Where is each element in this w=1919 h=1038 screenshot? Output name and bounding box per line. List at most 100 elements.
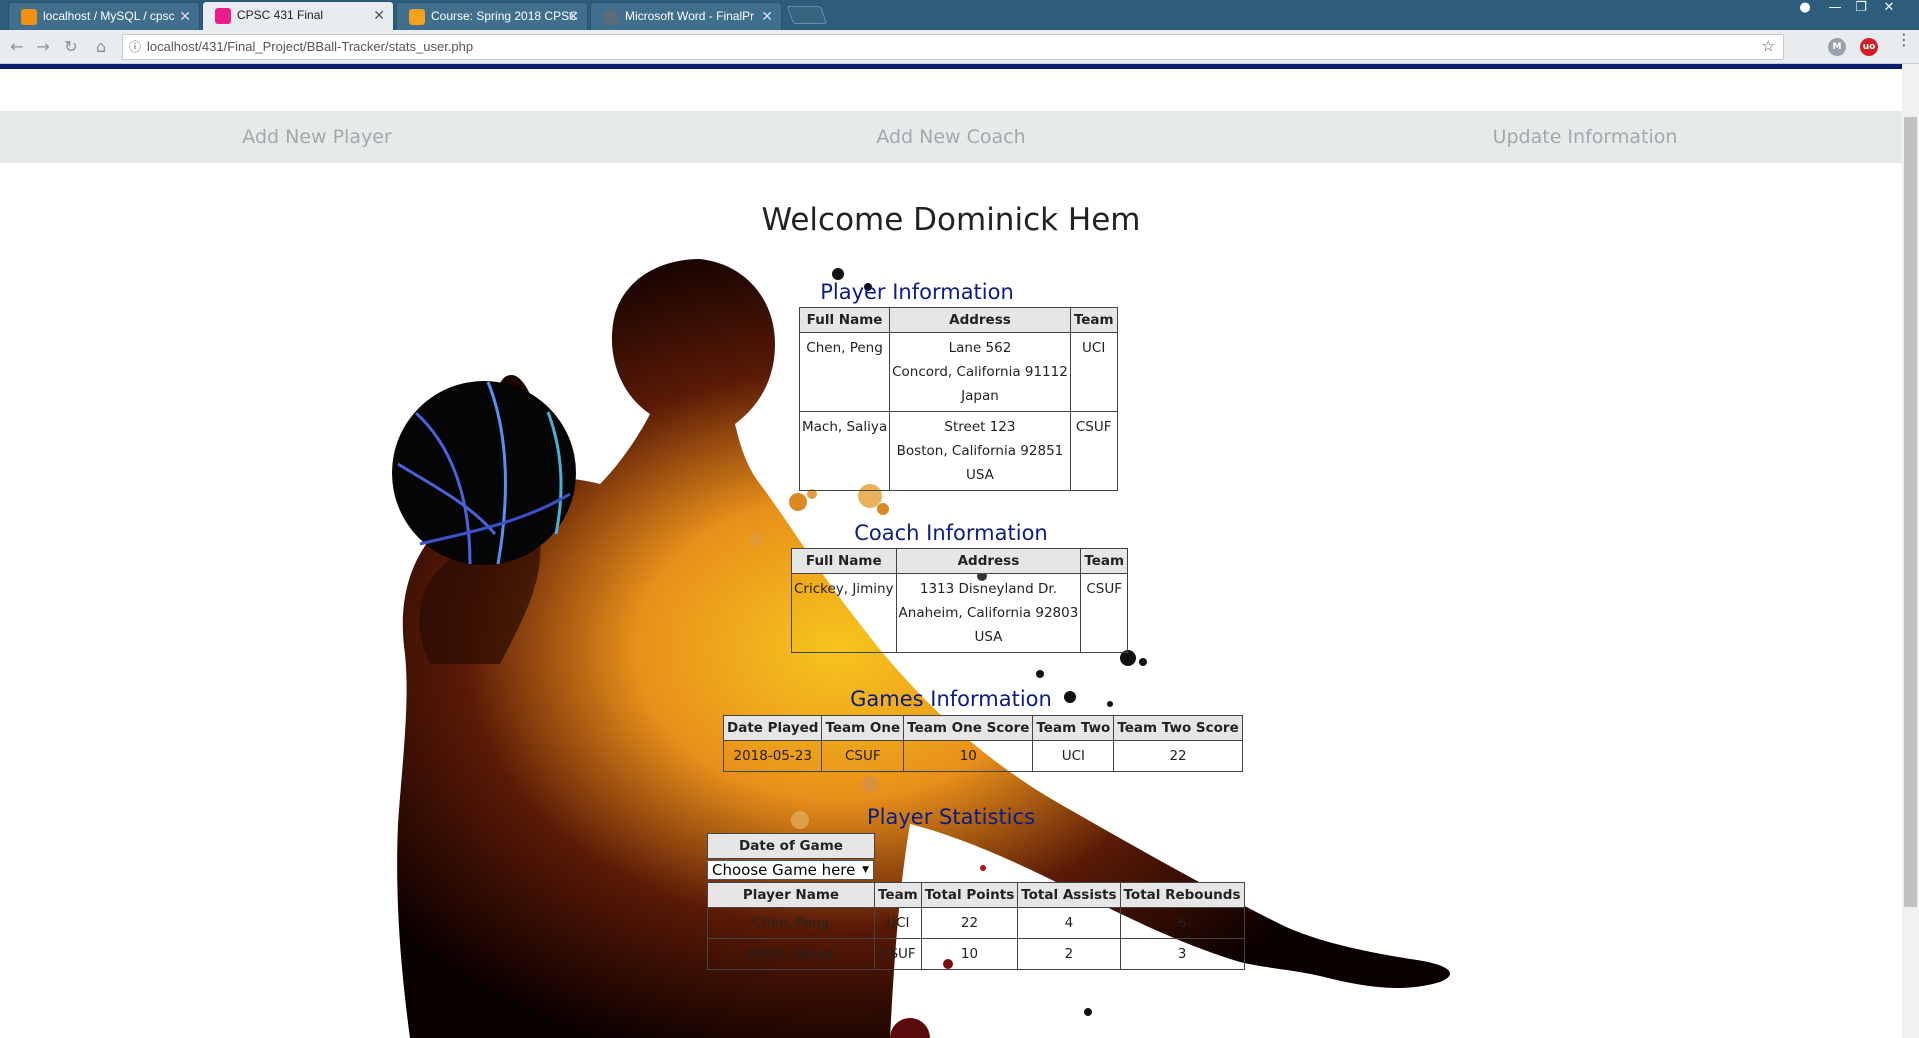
scrollbar-thumb[interactable]: [1904, 117, 1917, 907]
tab-title: Microsoft Word - FinalPr: [625, 9, 755, 23]
column-header: Total Rebounds: [1119, 882, 1245, 908]
browser-menu-icon[interactable]: ⋮: [1896, 32, 1912, 48]
address-city: Anaheim, California 92803: [898, 605, 1079, 621]
column-header: Date of Game: [707, 833, 875, 859]
restore-icon[interactable]: ❐: [1848, 0, 1874, 18]
coach-name: Crickey, Jiminy: [791, 573, 897, 653]
stat-player-name: Chen, Peng: [707, 907, 875, 939]
page-scrollbar[interactable]: [1902, 64, 1919, 1038]
address-country: USA: [974, 629, 1003, 645]
game-select-table: Date of Game: [707, 833, 875, 859]
forward-icon[interactable]: →: [32, 36, 54, 58]
address-street: Street 123: [944, 419, 1016, 435]
stat-points: 10: [920, 938, 1019, 970]
extension-icon[interactable]: M: [1828, 38, 1846, 56]
game-team-one-score: 10: [903, 740, 1034, 772]
column-header: Player Name: [707, 882, 875, 908]
games-info-table: Date Played Team One Team One Score Team…: [722, 715, 1243, 772]
stat-rebounds: 3: [1119, 938, 1245, 970]
column-header: Team Two Score: [1113, 715, 1243, 741]
browser-tab-word[interactable]: Microsoft Word - FinalPr ✕: [590, 2, 782, 30]
player-name: Mach, Saliya: [798, 411, 891, 491]
close-icon[interactable]: ✕: [761, 3, 773, 29]
select-value: Choose Game here: [712, 861, 856, 879]
window-close-icon[interactable]: ✕: [1876, 0, 1902, 18]
stat-rebounds: 6: [1119, 907, 1245, 939]
top-accent-line: [0, 64, 1902, 69]
player-name: Chen, Peng: [798, 332, 891, 412]
home-icon[interactable]: ⌂: [90, 36, 112, 58]
stat-team: CSUF: [874, 938, 922, 970]
column-header: Team Two: [1032, 715, 1115, 741]
stat-player-name: Mach, Saliya: [707, 938, 875, 970]
column-header: Team One: [821, 715, 905, 741]
game-date: 2018-05-23: [722, 740, 823, 772]
column-header: Total Points: [920, 882, 1019, 908]
player-address: Street 123 Boston, California 92851 USA: [889, 411, 1071, 491]
game-select-dropdown[interactable]: Choose Game here ▼: [707, 860, 874, 880]
player-team: CSUF: [1069, 411, 1118, 491]
browser-tab-phpmyadmin[interactable]: localhost / MySQL / cpsc ✕: [8, 2, 200, 30]
url-text: localhost/431/Final_Project/BBall-Tracke…: [147, 39, 474, 54]
new-tab-button[interactable]: [786, 6, 828, 24]
coach-info-table: Full Name Address Team Crickey, Jiminy 1…: [791, 548, 1129, 653]
page-title: Welcome Dominick Hem: [761, 202, 1141, 238]
game-team-two: UCI: [1032, 740, 1115, 772]
document-icon: [603, 9, 619, 25]
address-street: Lane 562: [948, 340, 1012, 356]
player-info-title: Player Information: [820, 280, 1014, 304]
column-header: Team: [874, 882, 922, 908]
bookmark-star-icon[interactable]: ☆: [1762, 35, 1775, 59]
player-team: UCI: [1069, 332, 1118, 412]
browser-toolbar: ← → ↻ ⌂ ⓘ localhost/431/Final_Project/BB…: [0, 30, 1919, 64]
stat-team: UCI: [874, 907, 922, 939]
table-row: Mach, Saliya CSUF 10 2 3: [707, 938, 1245, 970]
chevron-down-icon: ▼: [862, 865, 869, 875]
reload-icon[interactable]: ↻: [60, 36, 82, 58]
column-header: Team One Score: [903, 715, 1034, 741]
site-favicon-icon: [215, 8, 231, 24]
games-info-title: Games Information: [850, 687, 1052, 711]
back-icon[interactable]: ←: [6, 36, 28, 58]
table-row: Chen, Peng UCI 22 4 6: [707, 907, 1245, 939]
player-stats-title: Player Statistics: [866, 805, 1036, 829]
game-team-two-score: 22: [1113, 740, 1243, 772]
stat-assists: 2: [1017, 938, 1121, 970]
column-header: Full Name: [791, 548, 897, 574]
browser-tab-strip: localhost / MySQL / cpsc ✕ CPSC 431 Fina…: [0, 0, 1919, 30]
url-input[interactable]: ⓘ localhost/431/Final_Project/BBall-Trac…: [122, 34, 1784, 60]
column-header: Address: [889, 307, 1071, 333]
minimize-icon[interactable]: —: [1822, 0, 1848, 18]
close-icon[interactable]: ✕: [179, 3, 191, 29]
page-content: Add New Player Add New Coach Update Info…: [0, 64, 1902, 1038]
coach-info-title: Coach Information: [854, 521, 1048, 545]
address-country: Japan: [961, 388, 999, 404]
column-header: Team: [1069, 307, 1118, 333]
player-stats-table: Player Name Team Total Points Total Assi…: [707, 882, 1245, 970]
moodle-icon: [409, 9, 425, 25]
nav-update-info-link[interactable]: Update Information: [1385, 111, 1785, 163]
table-row: 2018-05-23 CSUF 10 UCI 22: [722, 740, 1243, 772]
browser-tab-cpsc-final[interactable]: CPSC 431 Final ✕: [202, 1, 394, 30]
column-header: Date Played: [722, 715, 823, 741]
info-icon[interactable]: ⓘ: [129, 35, 141, 59]
column-header: Full Name: [798, 307, 891, 333]
nav-add-player-link[interactable]: Add New Player: [117, 111, 517, 163]
ublock-icon[interactable]: uo: [1860, 38, 1878, 56]
column-header: Team: [1080, 548, 1129, 574]
game-team-one: CSUF: [821, 740, 905, 772]
player-info-table: Full Name Address Team Chen, Peng Lane 5…: [798, 307, 1118, 491]
nav-add-coach-link[interactable]: Add New Coach: [751, 111, 1151, 163]
stat-points: 22: [920, 907, 1019, 939]
tab-title: CPSC 431 Final: [237, 8, 324, 22]
phpmyadmin-icon: [21, 9, 37, 25]
table-row: Crickey, Jiminy 1313 Disneyland Dr. Anah…: [791, 573, 1129, 653]
profile-icon[interactable]: ●: [1792, 0, 1818, 18]
browser-tab-course[interactable]: Course: Spring 2018 CPSC ✕: [396, 2, 588, 30]
close-icon[interactable]: ✕: [373, 2, 385, 28]
coach-team: CSUF: [1080, 573, 1129, 653]
address-street: 1313 Disneyland Dr.: [919, 581, 1057, 597]
column-header: Total Assists: [1017, 882, 1121, 908]
address-city: Concord, California 91112: [892, 364, 1068, 380]
close-icon[interactable]: ✕: [567, 3, 579, 29]
